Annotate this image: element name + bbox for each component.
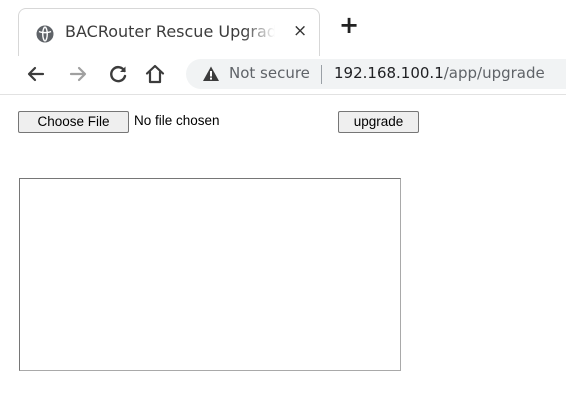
home-icon[interactable]	[143, 62, 167, 86]
browser-toolbar: Not secure 192.168.100.1/app/upgrade	[0, 56, 566, 95]
url-host: 192.168.100.1	[334, 64, 444, 82]
back-arrow-icon[interactable]	[24, 62, 48, 86]
page-content: Choose File No file chosen upgrade	[0, 95, 566, 394]
globe-icon	[36, 25, 54, 43]
tab-strip: BACRouter Rescue Upgrade × +	[0, 0, 566, 57]
tab-title: BACRouter Rescue Upgrade	[65, 22, 275, 41]
url-text[interactable]: 192.168.100.1/app/upgrade	[334, 64, 545, 82]
reload-icon[interactable]	[106, 62, 130, 86]
tab-active[interactable]: BACRouter Rescue Upgrade ×	[18, 8, 320, 56]
forward-arrow-icon[interactable]	[66, 62, 90, 86]
tab-close-icon[interactable]: ×	[293, 20, 307, 42]
omnibox-divider	[321, 65, 322, 84]
output-textarea[interactable]	[19, 178, 401, 371]
omnibox[interactable]: Not secure 192.168.100.1/app/upgrade	[186, 59, 566, 89]
choose-file-button[interactable]: Choose File	[18, 111, 129, 133]
browser-window: BACRouter Rescue Upgrade × + Not secure	[0, 0, 566, 394]
security-label[interactable]: Not secure	[229, 64, 310, 82]
new-tab-button[interactable]: +	[339, 13, 359, 37]
warning-icon[interactable]	[202, 65, 220, 83]
url-path: /app/upgrade	[443, 64, 545, 82]
upgrade-button[interactable]: upgrade	[338, 111, 419, 133]
file-status-text: No file chosen	[134, 113, 220, 128]
